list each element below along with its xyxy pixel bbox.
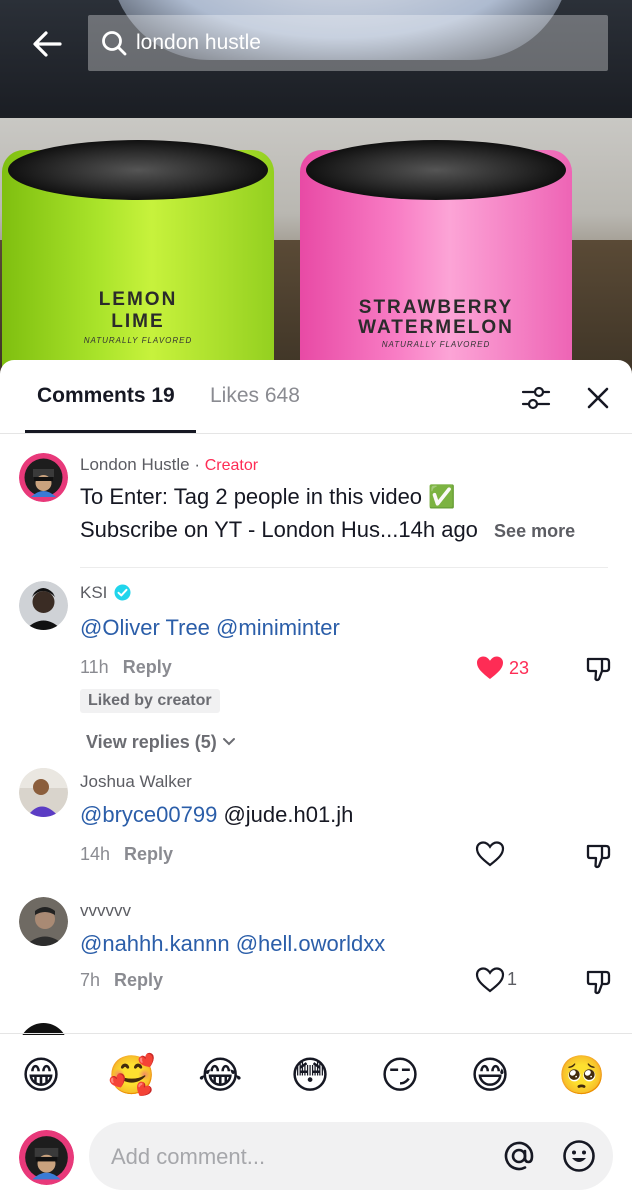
comment-text: @Oliver Tree @miniminter <box>80 611 340 644</box>
comment-username[interactable]: vvvvvv <box>80 901 131 921</box>
search-icon <box>100 29 128 57</box>
comment-username[interactable]: KSI <box>80 583 131 606</box>
back-arrow-icon[interactable] <box>28 24 68 64</box>
liked-by-creator-badge: Liked by creator <box>80 689 220 713</box>
like-count: 23 <box>509 658 530 678</box>
mention-link[interactable]: @bryce00799 <box>80 802 217 827</box>
like-count: 1 <box>507 969 518 989</box>
comment-time: 14h <box>80 844 111 864</box>
can-lid <box>8 140 268 200</box>
username-separator: · <box>189 455 205 474</box>
mention-link[interactable]: @nahhh.kannn <box>80 931 230 956</box>
verified-badge-icon <box>114 584 131 606</box>
dislike-icon[interactable] <box>584 842 612 870</box>
active-tab-indicator <box>25 430 196 433</box>
comment-time: 11h <box>80 657 109 677</box>
emoji-button[interactable]: 😁 <box>19 1054 63 1098</box>
mention-link[interactable]: @miniminter <box>216 615 340 640</box>
can-label-line2: WATERMELON <box>358 317 514 338</box>
can-label-sub: NATURALLY FLAVORED <box>83 336 193 345</box>
comment-text: @nahhh.kannn @hell.oworldxx <box>80 927 385 960</box>
tab-likes[interactable]: Likes 648 <box>210 384 300 408</box>
comment-meta: 11h Reply <box>80 657 172 678</box>
emoji-button[interactable]: 🥺 <box>558 1054 605 1098</box>
filter-sliders-icon[interactable] <box>520 382 552 414</box>
emoji-picker-icon[interactable] <box>561 1138 597 1174</box>
video-background[interactable]: LEMON LIME NATURALLY FLAVORED STRAWBERRY… <box>0 0 632 380</box>
tab-comments[interactable]: Comments 19 <box>37 384 175 408</box>
add-comment-input[interactable]: Add comment... <box>89 1122 613 1190</box>
lemon-lime-can: LEMON LIME NATURALLY FLAVORED <box>2 140 274 380</box>
comment-username[interactable]: Joshua Walker <box>80 772 192 792</box>
can-label-line2: LIME <box>111 311 165 332</box>
current-user-avatar[interactable] <box>19 1130 74 1185</box>
emoji-button[interactable]: 😂 <box>198 1054 242 1098</box>
view-replies-button[interactable]: View replies (5) <box>86 731 236 753</box>
search-bar[interactable]: london hustle <box>88 15 608 71</box>
see-more-link[interactable]: See more <box>494 521 575 541</box>
mention-link[interactable]: @hell.oworldxx <box>236 931 386 956</box>
emoji-button[interactable]: 😳 <box>288 1054 332 1098</box>
comment-text-line2: Subscribe on YT - London Hus...14h ago S… <box>80 513 575 548</box>
avatar[interactable] <box>19 768 68 817</box>
heart-filled-icon[interactable] <box>475 653 505 683</box>
comment-text-line1: To Enter: Tag 2 people in this video ✅ <box>80 484 456 509</box>
comment-list[interactable]: London Hustle · Creator To Enter: Tag 2 … <box>0 435 632 1035</box>
reply-button[interactable]: Reply <box>123 657 172 677</box>
comment-time: 14h ago <box>398 517 478 542</box>
can-label-sub: NATURALLY FLAVORED <box>381 340 491 349</box>
add-comment-placeholder: Add comment... <box>111 1144 266 1169</box>
can-lid <box>306 140 566 200</box>
close-icon[interactable] <box>584 384 612 412</box>
heart-outline-icon[interactable] <box>475 965 505 995</box>
comments-sheet: Comments 19 Likes 648 London Hustle · Cr… <box>0 360 632 1200</box>
creator-badge: Creator <box>204 457 259 474</box>
comment-username[interactable]: London Hustle · Creator <box>80 455 258 475</box>
avatar[interactable] <box>19 581 68 630</box>
comment-meta: 7h Reply <box>80 970 163 991</box>
comment-meta: 14h Reply <box>80 844 173 865</box>
search-query: london hustle <box>136 31 261 54</box>
can-label-line1: LEMON <box>98 289 178 310</box>
avatar[interactable] <box>19 897 68 946</box>
comment-text: @bryce00799 @jude.h01.jh <box>80 798 353 831</box>
emoji-button[interactable]: 🥰 <box>108 1054 155 1098</box>
heart-outline-icon[interactable] <box>475 839 505 869</box>
emoji-quick-bar: 😁 🥰 😂 😳 😏 😅 🥺 <box>0 1033 632 1128</box>
reply-button[interactable]: Reply <box>124 844 173 864</box>
reply-button[interactable]: Reply <box>114 970 163 990</box>
mention-at-icon[interactable] <box>501 1138 537 1174</box>
dislike-icon[interactable] <box>584 655 612 683</box>
comment-text-truncated: Subscribe on YT - London Hus... <box>80 517 399 542</box>
chevron-down-icon <box>222 731 236 752</box>
emoji-button[interactable]: 😅 <box>468 1054 512 1098</box>
view-replies-text: View replies (5) <box>86 732 217 752</box>
strawberry-watermelon-can: STRAWBERRY WATERMELON NATURALLY FLAVORED <box>300 140 572 380</box>
username-text: KSI <box>80 583 108 602</box>
mention-link[interactable]: @Oliver Tree <box>80 615 210 640</box>
divider <box>80 567 608 568</box>
can-label-line1: STRAWBERRY <box>358 297 514 318</box>
emoji-button[interactable]: 😏 <box>378 1054 422 1098</box>
avatar[interactable] <box>19 453 68 502</box>
comment-plain-text: @jude.h01.jh <box>223 802 354 827</box>
dislike-icon[interactable] <box>584 968 612 996</box>
username-text: London Hustle <box>80 455 190 474</box>
comment-time: 7h <box>80 970 101 990</box>
sheet-tabs: Comments 19 Likes 648 <box>0 360 632 434</box>
